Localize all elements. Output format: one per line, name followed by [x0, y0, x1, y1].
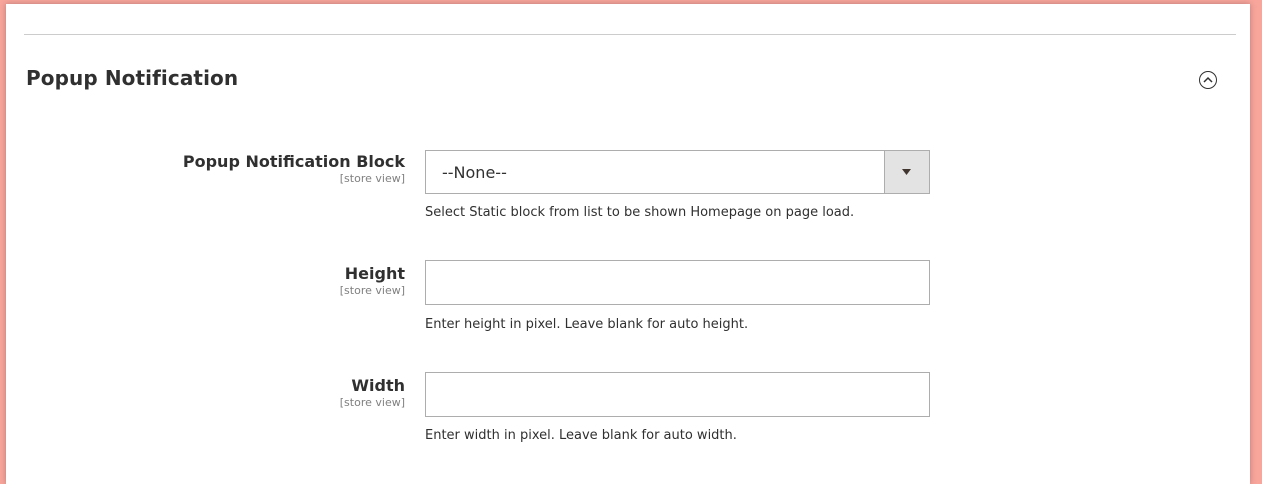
popup-block-selected-value: --None-- — [442, 163, 507, 182]
popup-block-select[interactable]: --None-- — [425, 150, 930, 194]
width-label-group: Width [store view] — [75, 376, 405, 410]
width-input[interactable] — [425, 372, 930, 417]
height-label-group: Height [store view] — [75, 264, 405, 298]
config-panel: Popup Notification Popup Notification Bl… — [6, 4, 1250, 484]
popup-block-scope: [store view] — [339, 172, 405, 185]
popup-block-label: Popup Notification Block — [182, 152, 405, 171]
width-label: Width — [351, 376, 405, 395]
height-scope: [store view] — [339, 284, 405, 297]
popup-block-label-group: Popup Notification Block [store view] — [75, 152, 405, 186]
height-note: Enter height in pixel. Leave blank for a… — [425, 317, 749, 332]
chevron-up-circle-icon[interactable] — [1199, 71, 1217, 89]
width-note: Enter width in pixel. Leave blank for au… — [425, 428, 737, 443]
popup-block-note: Select Static block from list to be show… — [425, 205, 855, 220]
width-scope: [store view] — [339, 396, 405, 409]
height-input[interactable] — [425, 260, 930, 305]
section-divider — [24, 34, 1236, 35]
dropdown-arrow-icon[interactable] — [884, 151, 929, 193]
section-title[interactable]: Popup Notification — [26, 66, 238, 90]
height-label: Height — [344, 264, 405, 283]
